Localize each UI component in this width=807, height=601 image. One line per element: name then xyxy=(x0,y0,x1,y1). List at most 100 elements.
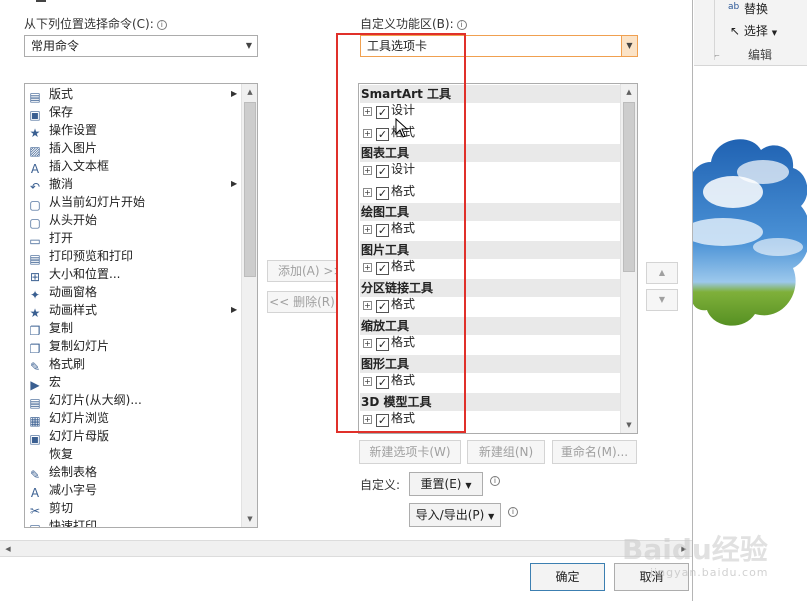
command-item[interactable]: ★ 动画样式 ▶ xyxy=(27,301,238,320)
command-item[interactable]: 恢复 xyxy=(27,445,73,463)
command-label: 大小和位置... xyxy=(49,267,121,281)
scroll-down-icon[interactable]: ▼ xyxy=(621,417,637,433)
choose-commands-text: 从下列位置选择命令(C): xyxy=(24,17,154,31)
new-tab-label: 新建选项卡(W) xyxy=(369,445,451,459)
highlight-rectangle xyxy=(336,33,466,433)
ribbon-divider xyxy=(714,0,715,60)
select-button[interactable]: ↖ 选择 ▼ xyxy=(730,22,777,39)
command-item[interactable]: ▢ 从头开始 xyxy=(27,211,97,230)
chevron-down-icon: ▼ xyxy=(488,512,495,521)
new-tab-button[interactable]: 新建选项卡(W) xyxy=(359,440,461,464)
command-item[interactable]: ✦ 动画窗格 xyxy=(27,283,98,302)
add-button-label: 添加(A) >> xyxy=(278,264,337,278)
triangle-down-icon: ▼ xyxy=(658,295,666,304)
submenu-arrow-icon: ▶ xyxy=(231,305,238,314)
command-label: 插入图片 xyxy=(49,141,98,155)
move-up-button[interactable]: ▲ xyxy=(646,262,678,284)
commands-scroll-thumb[interactable] xyxy=(244,102,256,277)
import-export-label: 导入/导出(P) xyxy=(415,508,485,522)
ok-button[interactable]: 确定 xyxy=(530,563,605,591)
command-item[interactable]: ✎ 格式刷 xyxy=(27,355,86,374)
horizontal-scrollbar[interactable]: ◀ ▶ xyxy=(0,540,692,557)
command-item[interactable]: ▤ 打印预览和打印 xyxy=(27,247,134,266)
replace-text[interactable]: 替换 xyxy=(744,0,768,17)
command-item[interactable]: ★ 操作设置 xyxy=(27,121,97,140)
import-export-button[interactable]: 导入/导出(P) ▼ xyxy=(409,503,501,527)
info-icon[interactable]: i xyxy=(156,20,167,30)
commands-list[interactable]: ▤ 版式 ▶ ▣ 保存 ★ 操作设置 ▨ 插入图片 A 插入文本框 ↶ 撤消 ▶ ▢ 从当前幻灯片开始 ▢ 从头开… xyxy=(24,83,258,528)
cursor-arrow-icon: ↖ xyxy=(730,24,741,38)
command-item[interactable]: ▤ 幻灯片(从大纲)... xyxy=(27,391,142,410)
ribbon-customize-dialog: 从下列位置选择命令(C): i 常用命令 ▼ ▤ 版式 ▶ ▣ 保存 ★ 操作设置 ▨ 插入图片 A… xyxy=(0,0,693,601)
scroll-left-icon[interactable]: ◀ xyxy=(0,541,16,557)
commands-list-scrollbar[interactable]: ▲ ▼ xyxy=(241,84,257,527)
command-label: 格式刷 xyxy=(49,357,86,371)
command-label: 幻灯片(从大纲)... xyxy=(49,393,142,407)
info-icon[interactable]: i xyxy=(508,507,518,517)
new-group-button[interactable]: 新建组(N) xyxy=(467,440,545,464)
choose-commands-combo[interactable]: 常用命令 ▼ xyxy=(24,35,258,57)
command-item[interactable]: ▣ 保存 xyxy=(27,103,74,122)
move-down-button[interactable]: ▼ xyxy=(646,289,678,311)
quick-print-icon: ▣ xyxy=(27,521,43,527)
command-label: 快速打印 xyxy=(49,519,98,528)
command-label: 动画窗格 xyxy=(49,285,98,299)
command-item[interactable]: ▦ 幻灯片浏览 xyxy=(27,409,110,428)
reset-button[interactable]: 重置(E) ▼ xyxy=(409,472,483,496)
command-item[interactable]: ❐ 复制幻灯片 xyxy=(27,337,109,356)
scroll-up-icon[interactable]: ▲ xyxy=(242,84,257,100)
command-item[interactable]: ▣ 快速打印 xyxy=(27,517,98,528)
chevron-down-icon: ▼ xyxy=(771,29,778,37)
command-label: 保存 xyxy=(49,105,74,119)
rename-button[interactable]: 重命名(M)... xyxy=(552,440,637,464)
replace-icon: ab xyxy=(728,2,740,12)
command-item[interactable]: ▭ 打开 xyxy=(27,229,73,248)
command-label: 版式 xyxy=(49,87,74,101)
reset-label: 重置(E) xyxy=(420,477,462,491)
command-label: 绘制表格 xyxy=(49,465,98,479)
group-launcher-icon[interactable]: ⌐ xyxy=(714,52,720,60)
command-item[interactable]: ▶ 宏 xyxy=(27,373,61,392)
ribbon-editing-group: ab 替换 ↖ 选择 ▼ 编辑 ⌐ xyxy=(694,0,807,66)
command-label: 减小字号 xyxy=(49,483,98,497)
remove-button[interactable]: << 删除(R) xyxy=(267,291,337,313)
command-label: 打印预览和打印 xyxy=(49,249,134,263)
customize-label: 自定义: xyxy=(360,478,401,492)
command-label: 撤消 xyxy=(49,177,74,191)
command-item[interactable]: ▣ 幻灯片母版 xyxy=(27,427,110,446)
info-icon[interactable]: i xyxy=(456,20,467,30)
command-item[interactable]: ✎ 绘制表格 xyxy=(27,463,98,482)
command-item[interactable]: ⊞ 大小和位置... xyxy=(27,265,121,284)
choose-commands-label: 从下列位置选择命令(C): i xyxy=(24,15,167,32)
command-item[interactable]: ▤ 版式 ▶ xyxy=(27,85,237,104)
command-label: 恢复 xyxy=(49,447,74,461)
choose-commands-value: 常用命令 xyxy=(31,39,80,53)
scroll-down-icon[interactable]: ▼ xyxy=(242,511,257,527)
command-label: 从当前幻灯片开始 xyxy=(49,195,146,209)
submenu-arrow-icon: ▶ xyxy=(231,89,238,98)
replace-button[interactable]: ab xyxy=(728,0,739,12)
title-fragment xyxy=(36,0,46,2)
ok-label: 确定 xyxy=(555,570,580,584)
cloud-sky-picture[interactable] xyxy=(693,132,807,332)
customize-ribbon-label: 自定义功能区(B): i xyxy=(360,15,467,32)
info-icon[interactable]: i xyxy=(490,476,500,486)
command-label: 幻灯片母版 xyxy=(49,429,110,443)
triangle-up-icon: ▲ xyxy=(658,268,666,277)
command-item[interactable]: A 插入文本框 xyxy=(27,157,109,176)
command-item[interactable]: ❐ 复制 xyxy=(27,319,73,338)
command-item[interactable]: ↶ 撤消 ▶ xyxy=(27,175,237,194)
ribbon-tree-scrollbar[interactable]: ▲ ▼ xyxy=(620,84,637,433)
command-item[interactable]: ▨ 插入图片 xyxy=(27,139,98,158)
command-item[interactable]: ▢ 从当前幻灯片开始 xyxy=(27,193,146,212)
customize-ribbon-text: 自定义功能区(B): xyxy=(360,17,454,31)
command-item[interactable]: A 减小字号 xyxy=(27,481,98,500)
command-label: 动画样式 xyxy=(49,303,98,317)
command-label: 幻灯片浏览 xyxy=(49,411,110,425)
ribbon-tree-scroll-thumb[interactable] xyxy=(623,102,635,272)
add-button[interactable]: 添加(A) >> xyxy=(267,260,337,282)
watermark-url: jingyan.baidu.com xyxy=(650,566,769,579)
redo-icon xyxy=(27,445,43,461)
command-item[interactable]: ✂ 剪切 xyxy=(27,499,73,518)
scroll-up-icon[interactable]: ▲ xyxy=(621,84,637,100)
